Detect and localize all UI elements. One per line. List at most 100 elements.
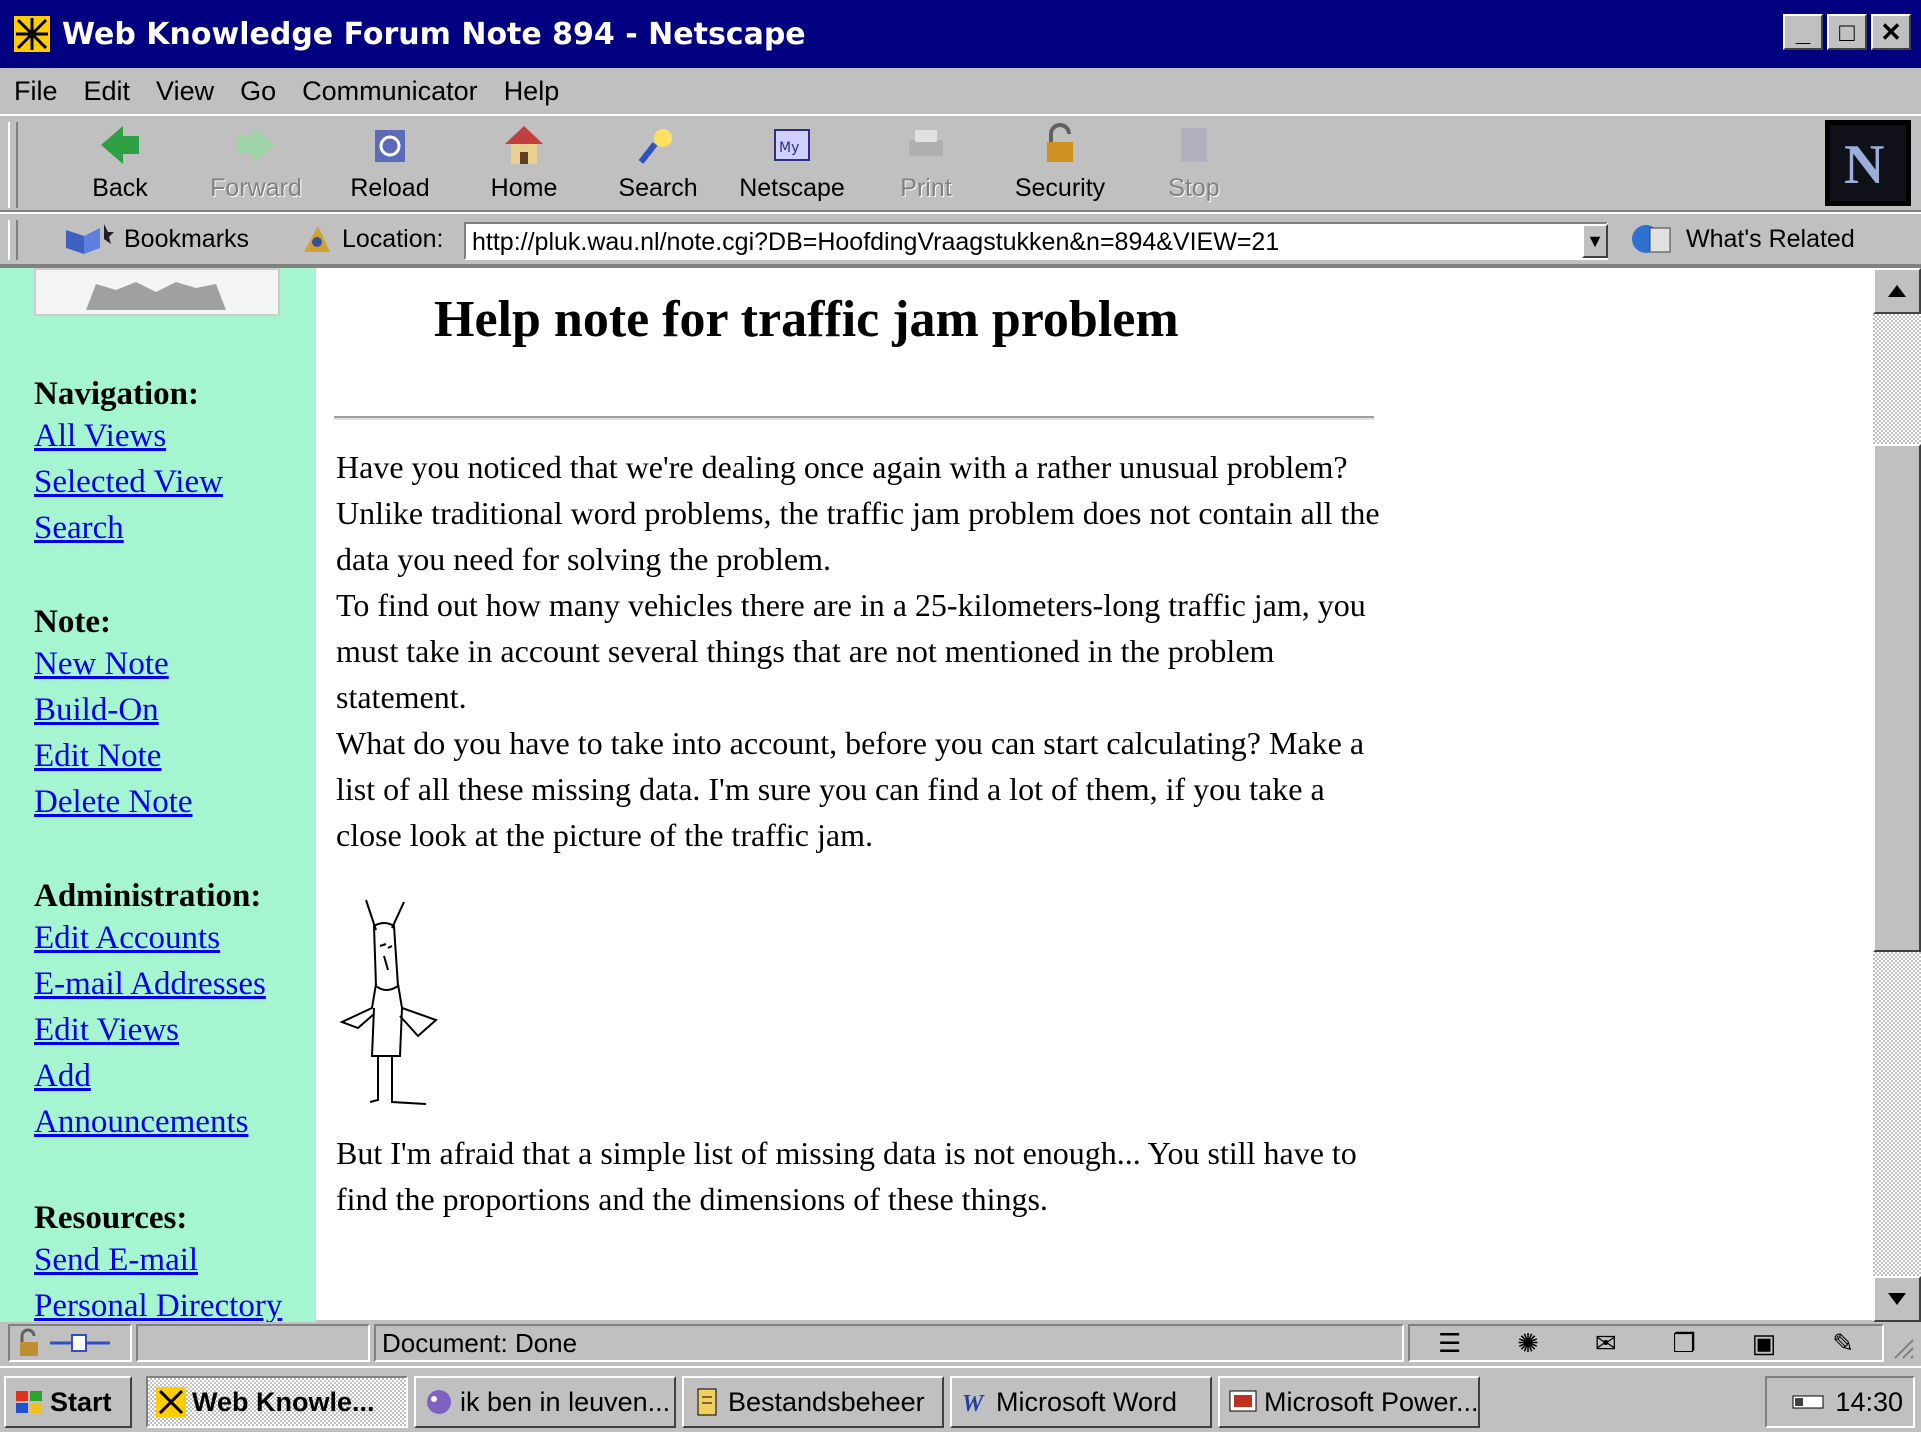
link-add[interactable]: Add xyxy=(34,1053,266,1099)
link-edit-accounts[interactable]: Edit Accounts xyxy=(34,915,266,961)
minimize-button[interactable]: _ xyxy=(1783,14,1823,50)
forward-button[interactable]: Forward xyxy=(196,122,316,212)
taskbar-item-leuven[interactable]: ik ben in leuven... xyxy=(414,1376,676,1428)
location-input[interactable]: http://pluk.wau.nl/note.cgi?DB=HoofdingV… xyxy=(464,222,1608,260)
netscape-button[interactable]: My Netscape xyxy=(732,122,852,212)
menu-view[interactable]: View xyxy=(156,76,214,107)
stop-icon xyxy=(1181,128,1207,162)
link-email-addresses[interactable]: E-mail Addresses xyxy=(34,961,266,1007)
forum-icon[interactable]: ✺ xyxy=(1517,1328,1539,1359)
back-label: Back xyxy=(92,174,148,202)
note-paragraph: To find out how many vehicles there are … xyxy=(336,587,1366,715)
menu-help[interactable]: Help xyxy=(504,76,560,107)
powerpoint-icon xyxy=(1229,1390,1257,1412)
clock[interactable]: 14:30 xyxy=(1835,1387,1903,1418)
link-new-note[interactable]: New Note xyxy=(34,641,193,687)
stop-button[interactable]: Stop xyxy=(1134,122,1254,212)
vertical-scrollbar[interactable] xyxy=(1873,268,1921,1322)
component-bar: ☰ ✺ ✉ ❐ ▣ ✎ xyxy=(1408,1324,1884,1362)
svg-text:My: My xyxy=(779,140,799,156)
back-button[interactable]: Back xyxy=(60,122,180,212)
taskbar-item-web-knowledge[interactable]: Web Knowle... xyxy=(146,1376,408,1428)
security-label: Security xyxy=(1014,174,1106,202)
location-toolbar: Bookmarks Location: http://pluk.wau.nl/n… xyxy=(0,212,1921,266)
start-label: Start xyxy=(50,1386,112,1417)
home-button[interactable]: Home xyxy=(464,122,584,212)
file-manager-icon xyxy=(697,1388,717,1416)
scroll-down-arrow-icon xyxy=(1888,1293,1906,1305)
menu-edit[interactable]: Edit xyxy=(84,76,131,107)
taskbar-item-microsoft-powerpoint[interactable]: Microsoft Power... xyxy=(1218,1376,1480,1428)
mailbox-icon[interactable]: ✉ xyxy=(1595,1328,1617,1359)
start-button[interactable]: Start xyxy=(4,1376,132,1428)
taskbar-item-microsoft-word[interactable]: W Microsoft Word xyxy=(950,1376,1212,1428)
discussion-groups-icon[interactable]: ❐ xyxy=(1673,1328,1696,1359)
composer-icon[interactable]: ✎ xyxy=(1832,1328,1854,1359)
browser-content: Navigation: All Views Selected View Sear… xyxy=(0,266,1921,1322)
search-button[interactable]: Search xyxy=(598,122,718,212)
security-button[interactable]: Security xyxy=(1000,122,1120,212)
maximize-button[interactable]: □ xyxy=(1827,14,1867,50)
reload-label: Reload xyxy=(350,174,430,202)
whats-related-button[interactable]: What's Related xyxy=(1630,222,1855,256)
link-personal-directory[interactable]: Personal Directory xyxy=(34,1283,282,1322)
toolbar-grip[interactable] xyxy=(8,122,18,208)
bookmarks-icon xyxy=(66,224,114,254)
link-edit-note[interactable]: Edit Note xyxy=(34,733,193,779)
scroll-up-button[interactable] xyxy=(1873,268,1921,314)
print-button[interactable]: Print xyxy=(866,122,986,212)
menu-communicator[interactable]: Communicator xyxy=(302,76,478,107)
location-label-group: Location: xyxy=(300,222,443,256)
back-arrow-icon xyxy=(101,126,139,164)
padlock-icon xyxy=(1047,123,1073,162)
close-button[interactable]: ✕ xyxy=(1871,14,1911,50)
netscape-n-icon: N xyxy=(1830,125,1906,201)
search-icon xyxy=(638,129,672,164)
title-bar[interactable]: Web Knowledge Forum Note 894 - Netscape … xyxy=(0,0,1921,68)
note-main: Help note for traffic jam problem Have y… xyxy=(316,268,1872,1322)
link-announcements[interactable]: Announcements xyxy=(34,1099,266,1145)
security-status-panel[interactable] xyxy=(8,1324,132,1362)
status-text-panel: Document: Done xyxy=(374,1324,1404,1362)
navigation-heading: Navigation: xyxy=(34,376,199,412)
link-build-on[interactable]: Build-On xyxy=(34,687,193,733)
taskbar-item-label: Bestandsbeheer xyxy=(728,1386,925,1417)
pc-card-icon[interactable] xyxy=(1791,1390,1825,1414)
reload-button[interactable]: Reload xyxy=(330,122,450,212)
whats-related-icon xyxy=(1632,225,1671,253)
resize-grip-icon[interactable] xyxy=(1889,1334,1915,1360)
note-paragraph: But I'm afraid that a simple list of mis… xyxy=(336,1135,1357,1217)
location-toolbar-grip[interactable] xyxy=(8,220,18,260)
link-edit-views[interactable]: Edit Views xyxy=(34,1007,266,1053)
netscape-logo[interactable]: N xyxy=(1825,120,1911,206)
link-all-views[interactable]: All Views xyxy=(34,413,223,459)
taskbar-item-label: Microsoft Word xyxy=(996,1386,1178,1417)
scrollbar-thumb[interactable] xyxy=(1873,444,1921,952)
navigator-icon[interactable]: ☰ xyxy=(1438,1328,1461,1359)
menu-bar: File Edit View Go Communicator Help xyxy=(0,68,1921,114)
location-dropdown-button[interactable]: ▼ xyxy=(1582,224,1608,258)
windows-logo-icon xyxy=(16,1391,42,1413)
bookmarks-button[interactable]: Bookmarks xyxy=(64,222,249,256)
link-send-email[interactable]: Send E-mail xyxy=(34,1237,282,1283)
menu-file[interactable]: File xyxy=(14,76,58,107)
status-text: Document: Done xyxy=(382,1328,578,1358)
link-delete-note[interactable]: Delete Note xyxy=(34,779,193,825)
printer-icon xyxy=(909,130,943,156)
windows-taskbar: Start Web Knowle... ik ben in leuven... … xyxy=(0,1366,1921,1432)
scroll-down-button[interactable] xyxy=(1873,1276,1921,1322)
taskbar-item-label: Web Knowle... xyxy=(192,1386,375,1417)
taskbar-item-bestandsbeheer[interactable]: Bestandsbeheer xyxy=(682,1376,944,1428)
progress-panel xyxy=(136,1324,370,1362)
link-selected-view[interactable]: Selected View xyxy=(34,459,223,505)
menu-go[interactable]: Go xyxy=(240,76,276,107)
address-book-icon[interactable]: ▣ xyxy=(1752,1328,1777,1359)
link-search[interactable]: Search xyxy=(34,505,223,551)
bookmarks-label: Bookmarks xyxy=(124,224,250,253)
note-paragraph: Have you noticed that we're dealing once… xyxy=(336,449,1380,577)
forum-sidebar: Navigation: All Views Selected View Sear… xyxy=(0,268,316,1322)
forward-label: Forward xyxy=(210,174,302,202)
my-netscape-icon: My xyxy=(774,129,810,161)
system-tray: 14:30 xyxy=(1765,1376,1915,1428)
taskbar-item-label: ik ben in leuven... xyxy=(460,1386,671,1417)
